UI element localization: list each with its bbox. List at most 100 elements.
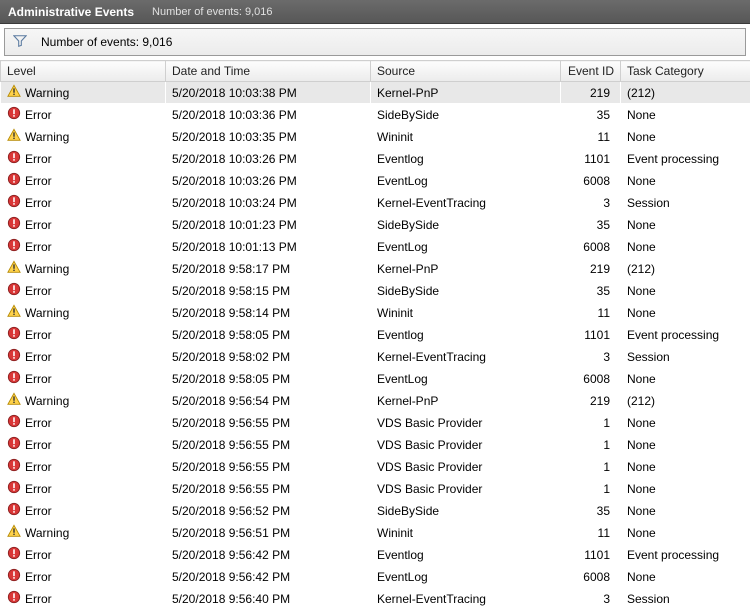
cell-datetime: 5/20/2018 9:56:54 PM — [166, 390, 371, 412]
cell-level: Warning — [1, 82, 166, 104]
cell-level: Warning — [1, 126, 166, 148]
col-task-category[interactable]: Task Category — [621, 61, 750, 82]
col-datetime[interactable]: Date and Time — [166, 61, 371, 82]
table-row[interactable]: Warning5/20/2018 9:58:14 PMWininit11None — [1, 302, 750, 324]
level-label: Warning — [25, 306, 69, 320]
cell-event-id: 1101 — [561, 324, 621, 346]
cell-source: VDS Basic Provider — [371, 478, 561, 500]
table-row[interactable]: Warning5/20/2018 9:56:51 PMWininit11None — [1, 522, 750, 544]
cell-source: VDS Basic Provider — [371, 412, 561, 434]
cell-level: Error — [1, 588, 166, 610]
table-row[interactable]: Error5/20/2018 10:03:36 PMSideBySide35No… — [1, 104, 750, 126]
table-row[interactable]: Warning5/20/2018 9:56:54 PMKernel-PnP219… — [1, 390, 750, 412]
cell-source: EventLog — [371, 170, 561, 192]
col-event-id[interactable]: Event ID — [561, 61, 621, 82]
cell-source: Wininit — [371, 302, 561, 324]
cell-level: Error — [1, 192, 166, 214]
level-label: Warning — [25, 394, 69, 408]
filter-bar: Number of events: 9,016 — [4, 28, 746, 56]
cell-datetime: 5/20/2018 9:56:42 PM — [166, 544, 371, 566]
table-row[interactable]: Error5/20/2018 10:03:26 PMEventLog6008No… — [1, 170, 750, 192]
cell-task-category: (212) — [621, 82, 750, 104]
table-row[interactable]: Error 5/20/2018 9:56:55 PMVDS Basic Provi… — [1, 412, 750, 434]
cell-level: Error — [1, 346, 166, 368]
table-row[interactable]: Error5/20/2018 10:01:23 PMSideBySide35No… — [1, 214, 750, 236]
cell-level: Error — [1, 214, 166, 236]
cell-level: Warning — [1, 258, 166, 280]
warning-icon — [7, 84, 21, 101]
table-row[interactable]: Error5/20/2018 10:03:24 PMKernel-EventTr… — [1, 192, 750, 214]
level-label: Error — [25, 416, 52, 430]
warning-icon — [7, 260, 21, 277]
cell-task-category: (212) — [621, 258, 750, 280]
level-label: Warning — [25, 262, 69, 276]
level-label: Error — [25, 570, 52, 584]
error-icon — [7, 436, 21, 453]
table-row[interactable]: Error5/20/2018 9:56:40 PMKernel-EventTra… — [1, 588, 750, 610]
cell-event-id: 6008 — [561, 170, 621, 192]
cell-event-id: 1 — [561, 478, 621, 500]
cell-task-category: None — [621, 566, 750, 588]
cell-datetime: 5/20/2018 10:03:26 PM — [166, 148, 371, 170]
cell-datetime: 5/20/2018 9:58:15 PM — [166, 280, 371, 302]
table-row[interactable]: Error5/20/2018 9:56:55 PMVDS Basic Provi… — [1, 478, 750, 500]
cell-level: Warning — [1, 390, 166, 412]
cell-source: SideBySide — [371, 104, 561, 126]
error-icon — [7, 282, 21, 299]
table-row[interactable]: Error5/20/2018 9:56:52 PMSideBySide35Non… — [1, 500, 750, 522]
cell-source: Eventlog — [371, 544, 561, 566]
table-row[interactable]: Error5/20/2018 10:01:13 PMEventLog6008No… — [1, 236, 750, 258]
cell-event-id: 3 — [561, 346, 621, 368]
cell-level: Error — [1, 478, 166, 500]
cell-source: Eventlog — [371, 324, 561, 346]
cell-event-id: 6008 — [561, 368, 621, 390]
cell-event-id: 219 — [561, 390, 621, 412]
cell-task-category: Session — [621, 588, 750, 610]
error-icon — [7, 194, 21, 211]
cell-level: Warning — [1, 302, 166, 324]
cell-level: Error — [1, 236, 166, 258]
table-row[interactable]: Error5/20/2018 9:56:42 PMEventLog6008Non… — [1, 566, 750, 588]
cell-task-category: None — [621, 456, 750, 478]
table-row[interactable]: Warning5/20/2018 9:58:17 PMKernel-PnP219… — [1, 258, 750, 280]
col-level[interactable]: Level — [1, 61, 166, 82]
cell-datetime: 5/20/2018 9:56:40 PM — [166, 588, 371, 610]
level-label: Error — [25, 328, 52, 342]
cell-level: Error — [1, 148, 166, 170]
table-row[interactable]: Error5/20/2018 9:58:15 PMSideBySide35Non… — [1, 280, 750, 302]
table-row[interactable]: Error5/20/2018 9:58:02 PMKernel-EventTra… — [1, 346, 750, 368]
table-row[interactable]: Warning5/20/2018 10:03:35 PMWininit11Non… — [1, 126, 750, 148]
cell-datetime: 5/20/2018 10:01:23 PM — [166, 214, 371, 236]
table-row[interactable]: Error5/20/2018 9:58:05 PMEventlog1101Eve… — [1, 324, 750, 346]
cell-source: Wininit — [371, 126, 561, 148]
table-row[interactable]: Error5/20/2018 9:56:55 PMVDS Basic Provi… — [1, 456, 750, 478]
cell-datetime: 5/20/2018 9:56:52 PM — [166, 500, 371, 522]
error-icon — [7, 348, 21, 365]
cell-source: Kernel-EventTracing — [371, 346, 561, 368]
cell-level: Error — [1, 500, 166, 522]
cell-level: Error — [1, 324, 166, 346]
error-icon — [7, 326, 21, 343]
cell-event-id: 1 — [561, 412, 621, 434]
cell-event-id: 1101 — [561, 148, 621, 170]
cell-task-category: None — [621, 522, 750, 544]
table-row[interactable]: Error5/20/2018 9:58:05 PMEventLog6008Non… — [1, 368, 750, 390]
cell-level: Error — [1, 544, 166, 566]
cell-event-id: 1 — [561, 434, 621, 456]
table-row[interactable]: Warning5/20/2018 10:03:38 PMKernel-PnP21… — [1, 82, 750, 104]
filter-icon[interactable] — [13, 34, 27, 51]
level-label: Warning — [25, 130, 69, 144]
table-row[interactable]: Error5/20/2018 9:56:55 PMVDS Basic Provi… — [1, 434, 750, 456]
cell-source: Kernel-PnP — [371, 258, 561, 280]
error-icon — [7, 216, 21, 233]
cell-datetime: 5/20/2018 9:56:55 PM — [166, 412, 371, 434]
table-row[interactable]: Error5/20/2018 10:03:26 PMEventlog1101Ev… — [1, 148, 750, 170]
cell-task-category: Session — [621, 346, 750, 368]
cell-event-id: 6008 — [561, 236, 621, 258]
cell-datetime: 5/20/2018 10:03:24 PM — [166, 192, 371, 214]
cell-source: Eventlog — [371, 148, 561, 170]
col-source[interactable]: Source — [371, 61, 561, 82]
cell-level: Error — [1, 566, 166, 588]
cell-datetime: 5/20/2018 10:01:13 PM — [166, 236, 371, 258]
table-row[interactable]: Error5/20/2018 9:56:42 PMEventlog1101Eve… — [1, 544, 750, 566]
